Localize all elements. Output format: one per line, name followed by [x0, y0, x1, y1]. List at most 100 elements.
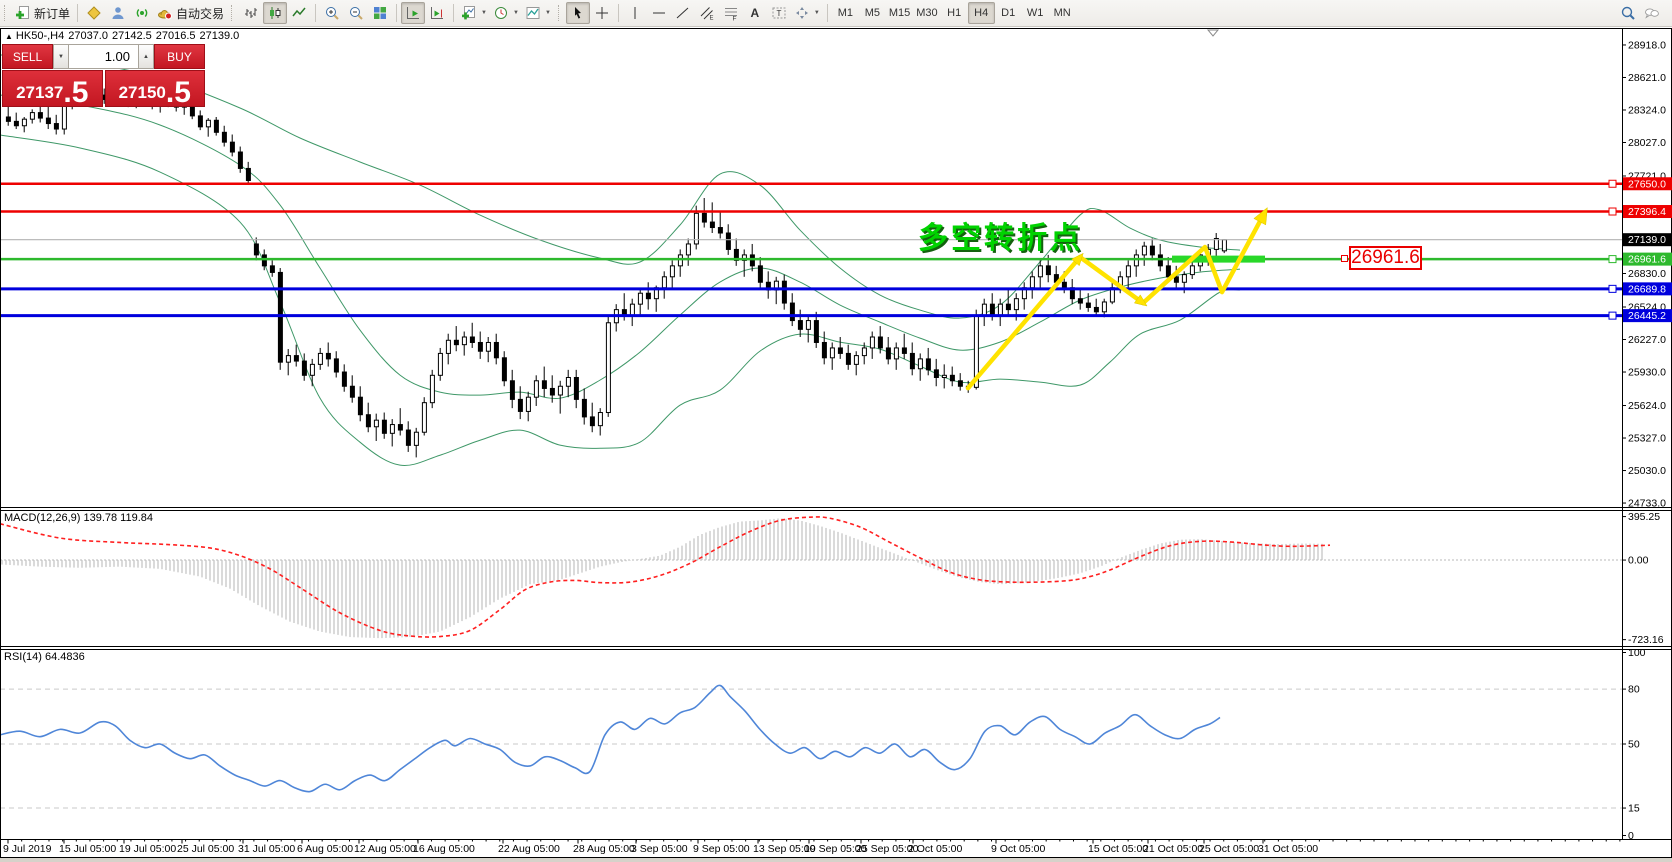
toolbar-grip	[4, 5, 9, 21]
svg-text:25624.0: 25624.0	[1628, 400, 1666, 412]
quote-panel-toggle-icon[interactable]: ▲	[5, 32, 13, 41]
line-chart-button[interactable]	[287, 2, 311, 24]
trendline-button[interactable]	[671, 2, 695, 24]
sell-price-frac: .5	[63, 75, 89, 109]
svg-text:28918.0: 28918.0	[1628, 39, 1666, 51]
svg-text:26830.0: 26830.0	[1628, 268, 1666, 280]
vertical-line-icon	[634, 7, 636, 19]
svg-text:27139.0: 27139.0	[1628, 234, 1666, 246]
arrows-tool-button[interactable]: ▼	[791, 2, 823, 24]
svg-text:27650.0: 27650.0	[1628, 178, 1666, 190]
sell-price-main: 27137	[16, 83, 64, 102]
mt4-window: 28918.0 28621.0 28324.0 28027.0 27721.0 26830…	[0, 0, 1672, 862]
zoom-in-icon	[326, 7, 339, 20]
timeframe-mn-button[interactable]: MN	[1049, 2, 1076, 24]
community-button[interactable]	[106, 2, 130, 24]
buy-button[interactable]: BUY	[154, 44, 205, 69]
svg-text:50: 50	[1628, 739, 1640, 751]
market-icon	[87, 6, 101, 20]
search-button[interactable]	[1616, 2, 1640, 24]
crosshair-button[interactable]	[590, 2, 614, 24]
tile-windows-icon	[374, 7, 387, 19]
toolbar-separator	[617, 4, 619, 22]
text-label-button[interactable]: T	[767, 2, 791, 24]
bar-chart-icon	[245, 8, 258, 18]
svg-text:9 Jul 2019: 9 Jul 2019	[3, 843, 52, 855]
one-click-trading-panel: SELL ▼ ▲ BUY 27137.5 27150.5	[2, 44, 205, 107]
chart-canvas[interactable]: 28918.028621.028324.028027.027721.026830…	[0, 0, 1672, 862]
toolbar-grip	[557, 5, 563, 21]
svg-text:E: E	[709, 16, 713, 22]
bar-chart-button[interactable]	[239, 2, 263, 24]
svg-text:80: 80	[1628, 684, 1640, 696]
horizontal-line-button[interactable]	[647, 2, 671, 24]
chat-button[interactable]	[1640, 2, 1664, 24]
new-chart-button[interactable]: ▼	[458, 2, 490, 24]
text-button[interactable]: A	[743, 2, 767, 24]
dropdown-arrow-icon: ▼	[544, 10, 551, 16]
search-icon	[1621, 6, 1635, 20]
svg-text:15 Jul 05:00: 15 Jul 05:00	[59, 843, 116, 855]
toolbar-separator	[315, 4, 317, 22]
volume-increase-button[interactable]: ▲	[138, 44, 154, 69]
volume-decrease-button[interactable]: ▼	[53, 44, 69, 69]
svg-text:31 Jul 05:00: 31 Jul 05:00	[238, 843, 295, 855]
fibonacci-button[interactable]: F	[719, 2, 743, 24]
timeframe-w1-button[interactable]: W1	[1022, 2, 1049, 24]
autotrading-button[interactable]: 自动交易	[154, 2, 227, 24]
buy-price[interactable]: 27150.5	[104, 70, 205, 107]
new-order-button[interactable]: 新订单	[12, 2, 73, 24]
toolbar-right	[1616, 2, 1664, 24]
timeframe-h4-button[interactable]: H4	[967, 2, 995, 24]
price-callout[interactable]: 26961.6	[1349, 246, 1422, 270]
time-axis[interactable]: 9 Jul 2019 15 Jul 05:00 19 Jul 05:00 25 Jul…	[3, 839, 1621, 855]
periods-button[interactable]: ▼	[490, 2, 522, 24]
price-axis[interactable]: 28918.028621.028324.028027.027721.026830…	[1622, 39, 1672, 842]
price-callout-handle[interactable]	[1341, 255, 1348, 262]
macd-label: MACD(12,26,9) 139.78 119.84	[4, 512, 153, 524]
zoom-in-button[interactable]	[320, 2, 344, 24]
rsi-label: RSI(14) 64.4836	[4, 651, 85, 663]
svg-text:25030.0: 25030.0	[1628, 465, 1666, 477]
chart-header: ▲ HK50-,H4 27037.0 27142.5 27016.5 27139.0	[5, 30, 243, 42]
volume-input[interactable]	[69, 44, 138, 69]
timeframe-m1-button[interactable]: M1	[832, 2, 859, 24]
market-button[interactable]	[82, 2, 106, 24]
svg-text:26445.2: 26445.2	[1628, 310, 1666, 322]
arrows-tool-icon	[795, 7, 808, 19]
svg-text:25930.0: 25930.0	[1628, 367, 1666, 379]
signals-button[interactable]	[130, 2, 154, 24]
templates-button[interactable]: ▼	[522, 2, 554, 24]
macd-panel	[0, 516, 1622, 639]
timeframe-m30-button[interactable]: M30	[913, 2, 940, 24]
svg-text:2 Oct 05:00: 2 Oct 05:00	[908, 843, 962, 855]
candlestick-chart-icon	[270, 7, 281, 19]
fibonacci-icon: F	[724, 8, 737, 21]
equidistant-channel-button[interactable]: E	[695, 2, 719, 24]
timeframe-d1-button[interactable]: D1	[995, 2, 1022, 24]
timeframe-m5-button[interactable]: M5	[859, 2, 886, 24]
timeframe-h1-button[interactable]: H1	[941, 2, 968, 24]
cursor-button[interactable]	[565, 2, 590, 24]
svg-text:12 Aug 05:00: 12 Aug 05:00	[354, 843, 416, 855]
text-tool-icon: A	[750, 6, 760, 20]
candlestick-chart-button[interactable]	[263, 2, 288, 24]
chart-shift-button[interactable]	[425, 2, 449, 24]
periods-clock-icon	[494, 7, 507, 19]
sell-button[interactable]: SELL	[2, 44, 53, 69]
timeframe-m15-button[interactable]: M15	[886, 2, 913, 24]
chat-icon	[1645, 8, 1659, 19]
pivot-annotation-text[interactable]: 多空转折点	[918, 213, 1083, 257]
toolbar-separator	[826, 4, 828, 22]
svg-text:28324.0: 28324.0	[1628, 104, 1666, 116]
tile-windows-button[interactable]	[368, 2, 392, 24]
zoom-out-button[interactable]	[344, 2, 368, 24]
svg-text:28027.0: 28027.0	[1628, 137, 1666, 149]
crosshair-icon	[595, 7, 608, 19]
svg-text:28 Aug 05:00: 28 Aug 05:00	[573, 843, 635, 855]
sell-price[interactable]: 27137.5	[2, 70, 103, 107]
vertical-line-button[interactable]	[623, 2, 647, 24]
chart-frame	[0, 28, 1672, 858]
auto-scroll-button[interactable]	[401, 2, 426, 24]
svg-text:15 Oct 05:00: 15 Oct 05:00	[1088, 843, 1148, 855]
